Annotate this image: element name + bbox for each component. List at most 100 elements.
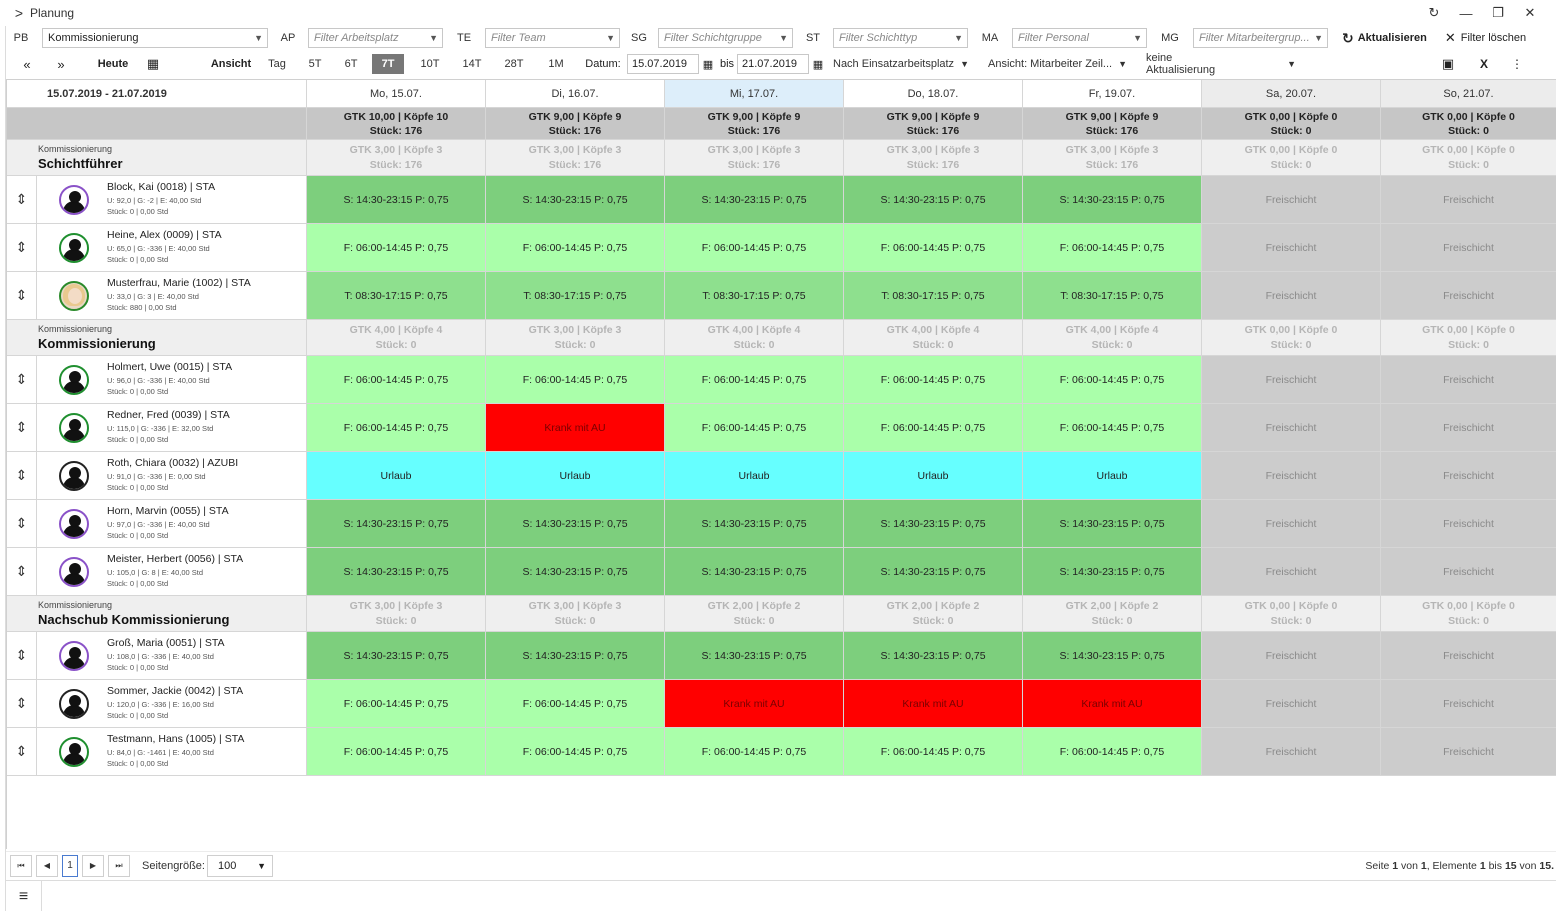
next-page-button[interactable]: ▶: [82, 854, 104, 877]
avatar[interactable]: [59, 364, 89, 395]
sg-select[interactable]: Filter Schichtgruppe ▼: [658, 28, 793, 48]
shift-cell[interactable]: Freischicht: [1202, 272, 1381, 320]
view-10t[interactable]: 10T: [415, 54, 445, 74]
day-header[interactable]: So, 21.07.: [1381, 80, 1556, 108]
shift-cell[interactable]: F: 06:00-14:45 P: 0,75: [665, 404, 844, 452]
day-header[interactable]: Mo, 15.07.: [307, 80, 486, 108]
shift-cell[interactable]: F: 06:00-14:45 P: 0,75: [1023, 728, 1202, 776]
employee-cell[interactable]: Meister, Herbert (0056) | STA U: 105,0 | …: [37, 548, 307, 596]
shift-cell[interactable]: F: 06:00-14:45 P: 0,75: [486, 356, 665, 404]
shift-cell[interactable]: F: 06:00-14:45 P: 0,75: [1023, 404, 1202, 452]
shift-cell[interactable]: F: 06:00-14:45 P: 0,75: [1023, 224, 1202, 272]
ma-select[interactable]: Filter Personal ▼: [1012, 28, 1147, 48]
clear-filter-button[interactable]: ✕ Filter löschen: [1445, 30, 1526, 46]
shift-cell[interactable]: Krank mit AU: [486, 404, 665, 452]
pb-select[interactable]: Kommissionierung ▼: [42, 28, 268, 48]
shift-cell[interactable]: Freischicht: [1202, 680, 1381, 728]
shift-cell[interactable]: Freischicht: [1381, 728, 1556, 776]
shift-cell[interactable]: Freischicht: [1381, 224, 1556, 272]
avatar[interactable]: [59, 412, 89, 443]
view-28t[interactable]: 28T: [499, 54, 529, 74]
calendar-icon[interactable]: ▦: [809, 54, 827, 74]
shift-cell[interactable]: F: 06:00-14:45 P: 0,75: [844, 356, 1023, 404]
shift-cell[interactable]: T: 08:30-17:15 P: 0,75: [307, 272, 486, 320]
view-6t[interactable]: 6T: [336, 54, 366, 74]
shift-cell[interactable]: S: 14:30-23:15 P: 0,75: [665, 500, 844, 548]
reload-icon[interactable]: ↻: [1418, 2, 1450, 24]
refresh-mode-select[interactable]: keine Aktualisierung ▼: [1146, 52, 1296, 76]
shift-cell[interactable]: F: 06:00-14:45 P: 0,75: [665, 356, 844, 404]
shift-cell[interactable]: Freischicht: [1202, 356, 1381, 404]
shift-cell[interactable]: Freischicht: [1381, 500, 1556, 548]
employee-cell[interactable]: Horn, Marvin (0055) | STA U: 97,0 | G: -3…: [37, 500, 307, 548]
shift-cell[interactable]: S: 14:30-23:15 P: 0,75: [307, 632, 486, 680]
group-by-select[interactable]: Nach Einsatzarbeitsplatz ▼: [833, 58, 988, 70]
shift-cell[interactable]: S: 14:30-23:15 P: 0,75: [844, 500, 1023, 548]
drag-handle-icon[interactable]: ⇕: [7, 680, 37, 728]
shift-cell[interactable]: Krank mit AU: [665, 680, 844, 728]
employee-cell[interactable]: Testmann, Hans (1005) | STA U: 84,0 | G: …: [37, 728, 307, 776]
employee-cell[interactable]: Block, Kai (0018) | STA U: 92,0 | G: -2 |…: [37, 176, 307, 224]
shift-cell[interactable]: F: 06:00-14:45 P: 0,75: [307, 356, 486, 404]
date-to-input[interactable]: 21.07.2019: [737, 54, 809, 74]
shift-cell[interactable]: Freischicht: [1381, 632, 1556, 680]
mg-select[interactable]: Filter Mitarbeitergrup... ▼: [1193, 28, 1328, 48]
drag-handle-icon[interactable]: ⇕: [7, 224, 37, 272]
shift-cell[interactable]: Freischicht: [1202, 500, 1381, 548]
view-tag[interactable]: Tag: [262, 54, 292, 74]
drag-handle-icon[interactable]: ⇕: [7, 728, 37, 776]
shift-cell[interactable]: F: 06:00-14:45 P: 0,75: [307, 224, 486, 272]
minimize-icon[interactable]: —: [1450, 2, 1482, 24]
last-page-button[interactable]: ⏭: [108, 854, 130, 877]
shift-cell[interactable]: F: 06:00-14:45 P: 0,75: [307, 404, 486, 452]
avatar[interactable]: [59, 736, 89, 767]
avatar[interactable]: [59, 640, 89, 671]
restore-icon[interactable]: ❐: [1482, 2, 1514, 24]
shift-cell[interactable]: Krank mit AU: [844, 680, 1023, 728]
view-14t[interactable]: 14T: [457, 54, 487, 74]
shift-cell[interactable]: F: 06:00-14:45 P: 0,75: [1023, 356, 1202, 404]
day-header[interactable]: Do, 18.07.: [844, 80, 1023, 108]
drag-handle-icon[interactable]: ⇕: [7, 404, 37, 452]
drag-handle-icon[interactable]: ⇕: [7, 452, 37, 500]
shift-cell[interactable]: F: 06:00-14:45 P: 0,75: [486, 728, 665, 776]
employee-cell[interactable]: Sommer, Jackie (0042) | STA U: 120,0 | G:…: [37, 680, 307, 728]
today-button[interactable]: Heute: [88, 58, 138, 70]
calendar-check-icon[interactable]: ▣: [1438, 56, 1458, 72]
day-header[interactable]: Di, 16.07.: [486, 80, 665, 108]
shift-cell[interactable]: Freischicht: [1381, 452, 1556, 500]
group-header[interactable]: Kommissionierung Nachschub Kommissionieru…: [7, 596, 307, 632]
shift-cell[interactable]: Freischicht: [1202, 176, 1381, 224]
shift-cell[interactable]: S: 14:30-23:15 P: 0,75: [665, 176, 844, 224]
shift-cell[interactable]: T: 08:30-17:15 P: 0,75: [844, 272, 1023, 320]
shift-cell[interactable]: F: 06:00-14:45 P: 0,75: [665, 728, 844, 776]
shift-cell[interactable]: S: 14:30-23:15 P: 0,75: [665, 632, 844, 680]
shift-cell[interactable]: Freischicht: [1381, 176, 1556, 224]
day-header[interactable]: Mi, 17.07.: [665, 80, 844, 108]
shift-cell[interactable]: Freischicht: [1202, 548, 1381, 596]
shift-cell[interactable]: S: 14:30-23:15 P: 0,75: [844, 548, 1023, 596]
shift-cell[interactable]: F: 06:00-14:45 P: 0,75: [307, 728, 486, 776]
shift-cell[interactable]: S: 14:30-23:15 P: 0,75: [1023, 176, 1202, 224]
employee-cell[interactable]: Redner, Fred (0039) | STA U: 115,0 | G: -…: [37, 404, 307, 452]
shift-cell[interactable]: Freischicht: [1381, 272, 1556, 320]
shift-cell[interactable]: S: 14:30-23:15 P: 0,75: [1023, 632, 1202, 680]
view-7t[interactable]: 7T: [372, 54, 404, 74]
next-button[interactable]: »: [52, 57, 70, 72]
drag-handle-icon[interactable]: ⇕: [7, 500, 37, 548]
calendar-icon[interactable]: ▦: [144, 56, 162, 72]
shift-cell[interactable]: S: 14:30-23:15 P: 0,75: [1023, 500, 1202, 548]
ap-select[interactable]: Filter Arbeitsplatz ▼: [308, 28, 443, 48]
employee-cell[interactable]: Musterfrau, Marie (1002) | STA U: 33,0 | …: [37, 272, 307, 320]
shift-cell[interactable]: Freischicht: [1381, 548, 1556, 596]
shift-cell[interactable]: S: 14:30-23:15 P: 0,75: [307, 500, 486, 548]
employee-cell[interactable]: Groß, Maria (0051) | STA U: 108,0 | G: -3…: [37, 632, 307, 680]
shift-cell[interactable]: Freischicht: [1381, 404, 1556, 452]
shift-cell[interactable]: Freischicht: [1202, 404, 1381, 452]
avatar[interactable]: [59, 460, 89, 491]
shift-cell[interactable]: Freischicht: [1202, 728, 1381, 776]
chevron-right-icon[interactable]: >: [8, 5, 30, 21]
refresh-button[interactable]: ↻ Aktualisieren: [1342, 30, 1427, 47]
shift-cell[interactable]: Freischicht: [1381, 680, 1556, 728]
avatar[interactable]: [59, 232, 89, 263]
